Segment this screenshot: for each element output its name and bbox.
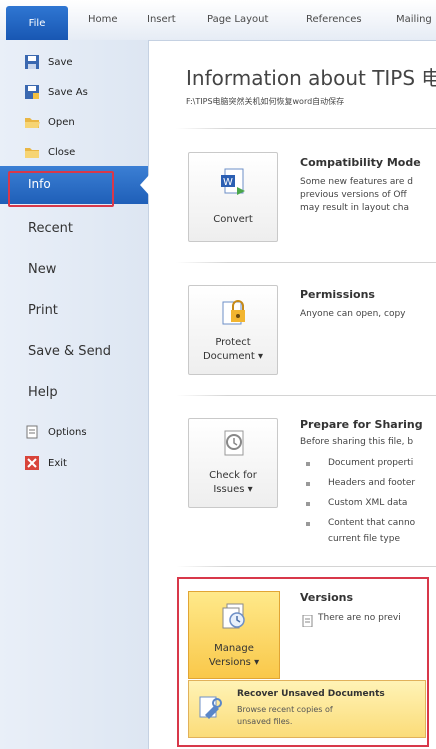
divider [176,566,436,567]
nav-open[interactable]: Open [24,114,75,130]
protect-document-button[interactable]: Protect Document ▾ [188,285,278,375]
nav-options[interactable]: Options [24,424,87,440]
tab-mailings[interactable]: Mailing [396,14,432,25]
recover-title: Recover Unsaved Documents [237,689,385,699]
page-title: Information about TIPS 电 [186,66,436,90]
recover-unsaved-documents-item[interactable]: Recover Unsaved Documents Browse recent … [188,680,426,738]
svg-text:W: W [223,177,233,188]
compatibility-text-1: Some new features are d [300,177,414,187]
nav-open-label: Open [48,116,75,128]
nav-help[interactable]: Help [28,385,58,400]
sharing-text: Before sharing this file, b [300,437,414,447]
manage-versions-button[interactable]: Manage Versions ▾ [188,591,280,679]
version-document-icon [302,612,314,628]
manage-versions-label-1: Manage [214,643,254,654]
check-issues-label-2: Issues ▾ [213,484,253,495]
bullet-marker [306,522,310,526]
nav-close-label: Close [48,146,76,158]
inspect-document-icon [219,429,249,459]
check-for-issues-button[interactable]: Check for Issues ▾ [188,418,278,508]
versions-heading: Versions [300,591,354,604]
info-highlight-box [8,171,114,207]
recover-desc-2: unsaved files. [237,717,293,726]
permissions-text: Anyone can open, copy [300,309,406,319]
divider [176,128,436,129]
nav-save-send[interactable]: Save & Send [28,344,111,359]
convert-label: Convert [213,214,253,225]
sharing-bullet-4-continued: current file type [328,534,400,544]
ribbon-tab-bar: File Home Insert Page Layout References … [0,0,436,41]
compatibility-text-2: previous versions of Off [300,190,407,200]
nav-save[interactable]: Save [24,54,73,70]
recover-desc-1: Browse recent copies of [237,705,333,714]
sharing-bullet-2: Headers and footer [328,478,416,488]
manage-versions-icon [219,602,249,632]
nav-exit-label: Exit [48,457,67,469]
sharing-bullet-3: Custom XML data [328,498,408,508]
lock-key-icon [219,296,249,326]
nav-recent[interactable]: Recent [28,221,73,236]
tab-page-layout[interactable]: Page Layout [207,14,268,25]
save-as-icon [24,84,40,100]
bullet-marker [306,502,310,506]
nav-exit[interactable]: Exit [24,455,67,471]
manage-versions-label-2: Versions ▾ [208,657,260,668]
compatibility-text-3: may result in layout cha [300,203,409,213]
check-issues-label-1: Check for [209,470,257,481]
folder-close-icon [24,144,40,160]
nav-print[interactable]: Print [28,303,58,318]
recover-document-icon [197,695,223,721]
nav-save-label: Save [48,56,73,68]
tab-references[interactable]: References [306,14,362,25]
sharing-bullet-4: Content that canno [328,518,416,528]
tab-home[interactable]: Home [88,14,118,25]
convert-button[interactable]: W Convert [188,152,278,242]
nav-save-as[interactable]: Save As [24,84,88,100]
nav-new[interactable]: New [28,262,56,277]
options-icon [24,424,40,440]
compatibility-heading: Compatibility Mode [300,156,421,169]
word-doc-icon: W [219,167,249,197]
divider [176,262,436,263]
file-path: F:\TIPS电脑突然关机如何恢复word自动保存 [186,97,345,106]
folder-open-icon [24,114,40,130]
nav-save-as-label: Save As [48,86,88,98]
save-icon [24,54,40,70]
sharing-bullet-1: Document properti [328,458,414,468]
nav-close[interactable]: Close [24,144,75,160]
protect-label-1: Protect [215,337,251,348]
nav-options-label: Options [48,426,87,438]
protect-label-2: Document ▾ [202,351,263,362]
bullet-marker [306,482,310,486]
versions-text: There are no previ [318,613,401,623]
tab-file[interactable]: File [6,6,68,40]
permissions-heading: Permissions [300,288,375,301]
sharing-heading: Prepare for Sharing [300,418,423,431]
bullet-marker [306,462,310,466]
tab-insert[interactable]: Insert [147,14,176,25]
selected-arrow [140,174,150,196]
divider [176,395,436,396]
exit-icon [24,455,40,471]
